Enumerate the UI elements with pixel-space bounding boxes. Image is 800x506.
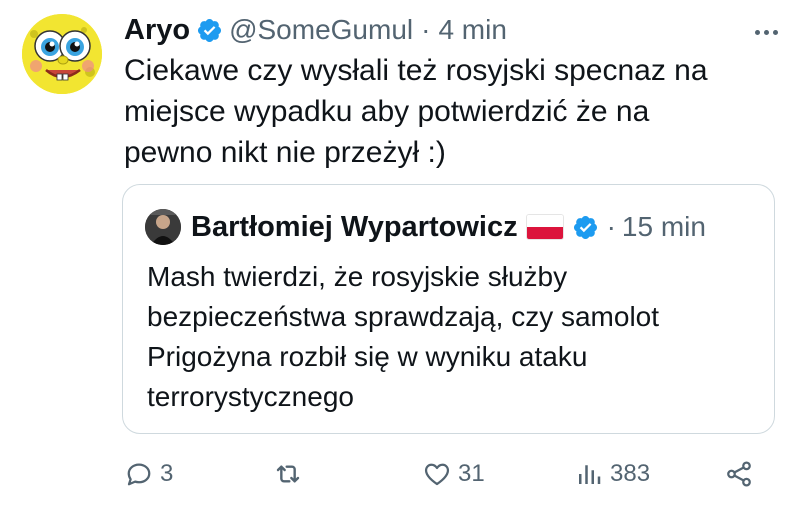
quoted-avatar — [145, 209, 181, 245]
like-icon — [424, 463, 450, 486]
like-button[interactable]: 31 — [422, 452, 485, 496]
more-icon[interactable] — [752, 18, 780, 46]
verified-badge-icon — [196, 17, 223, 44]
avatar-image — [22, 14, 102, 94]
quoted-tweet-text: Mash twierdzi, że rosyjskie służby bezpi… — [147, 261, 660, 412]
retweet-icon — [276, 465, 300, 483]
author-handle[interactable]: @SomeGumul — [229, 14, 413, 46]
verified-badge-icon — [572, 214, 599, 241]
share-button[interactable] — [724, 452, 754, 496]
poland-flag-icon — [525, 214, 564, 240]
quoted-tweet[interactable]: Bartłomiej Wypartowicz · 15 min Mash twi… — [122, 184, 775, 434]
quoted-tweet-time: 15 min — [621, 211, 706, 242]
reply-count: 3 — [160, 460, 174, 487]
quoted-author-name: Bartłomiej Wypartowicz — [191, 210, 518, 243]
retweet-button[interactable] — [272, 452, 310, 496]
quoted-tweet-header: Bartłomiej Wypartowicz · 15 min — [145, 207, 706, 247]
tweet-header: Aryo @SomeGumul · 4 min — [124, 10, 507, 50]
reply-button[interactable]: 3 — [124, 452, 173, 496]
author-name[interactable]: Aryo — [124, 14, 190, 47]
share-icon — [727, 461, 751, 487]
separator-dot: · — [421, 14, 431, 45]
views-count: 383 — [610, 460, 651, 487]
views-icon — [579, 465, 601, 484]
reply-icon — [127, 463, 151, 486]
action-bar: 3 31 383 — [122, 452, 782, 496]
tweet-time[interactable]: 4 min — [438, 14, 506, 46]
tweet-text: Ciekawe czy wysłali też rosyjski specnaz… — [124, 54, 708, 169]
separator-dot: · — [606, 211, 616, 242]
avatar[interactable] — [22, 14, 102, 94]
views-button[interactable]: 383 — [574, 452, 650, 496]
like-count: 31 — [458, 460, 485, 487]
